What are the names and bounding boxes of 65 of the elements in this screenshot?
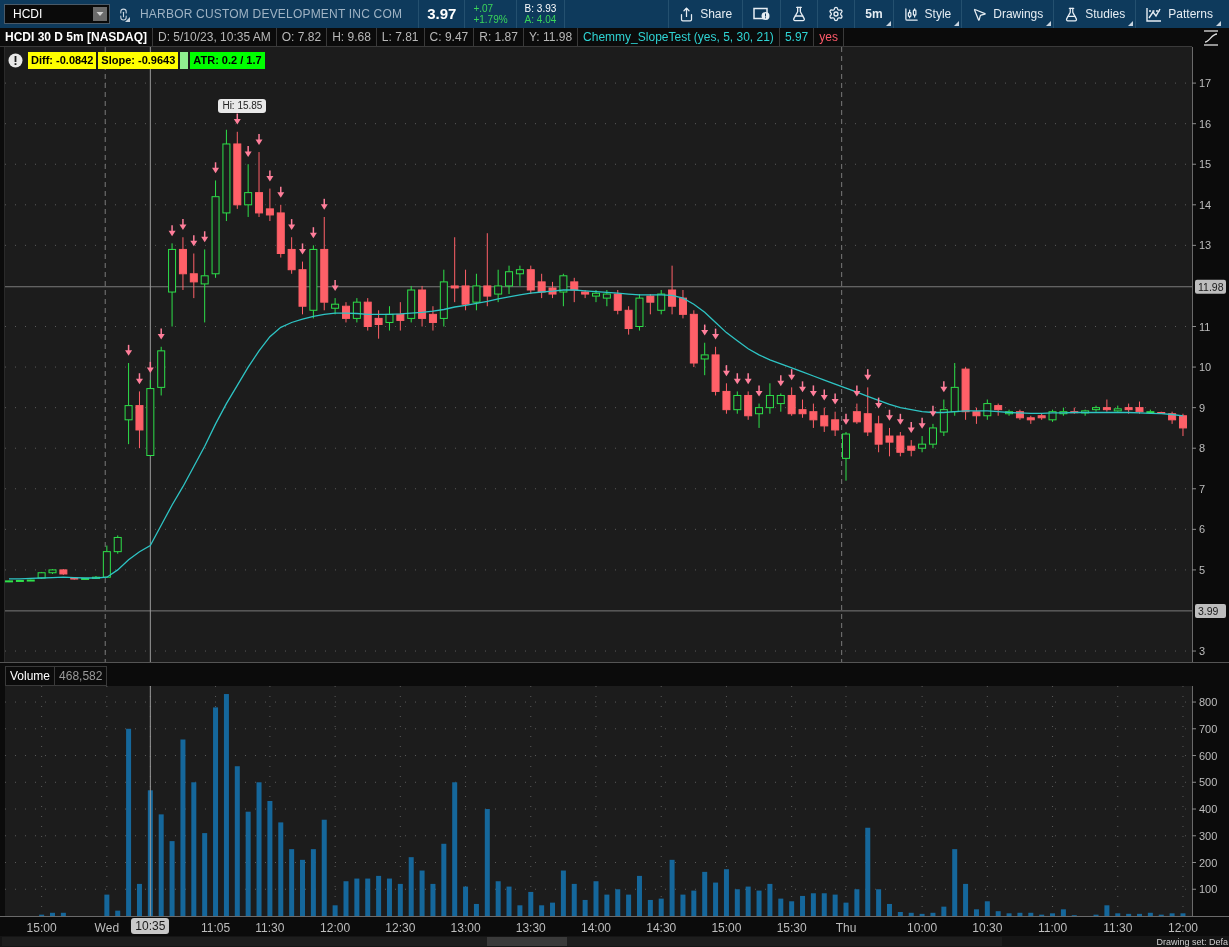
axis-label: 15:30 xyxy=(776,920,807,937)
axis-label: 14 xyxy=(1199,198,1212,211)
axis-label: 100 xyxy=(1199,883,1218,896)
axis-label: 13:00 xyxy=(450,920,481,937)
price-badge: 11.98 xyxy=(1195,279,1226,294)
axis-label: 11:30 xyxy=(1103,920,1133,937)
study-flag: yes xyxy=(814,28,844,46)
axis-label: 300 xyxy=(1199,829,1218,842)
axis-label: 11:00 xyxy=(1037,920,1068,937)
study-value: 5.97 xyxy=(779,28,815,46)
axis-label: 10:30 xyxy=(972,920,1003,937)
axis-label: 17 xyxy=(1199,77,1212,90)
price-badge: 3.99 xyxy=(1195,603,1226,618)
axis-label: 16 xyxy=(1199,117,1212,130)
axis-label: 12:30 xyxy=(385,920,416,937)
volume-title: Volume xyxy=(5,666,56,686)
study-label: Slope: -0.9643 xyxy=(98,52,179,69)
ask-price: A: 4.04 xyxy=(524,14,557,25)
axis-label: 5 xyxy=(1199,563,1206,576)
percent-change: +1.79% xyxy=(473,14,508,25)
axis-label: Thu xyxy=(835,920,857,937)
axis-label: 8 xyxy=(1199,442,1206,455)
study-name: Chemmy_SlopeTest (yes, 5, 30, 21) xyxy=(578,28,780,46)
ohlc-value: L: 7.81 xyxy=(376,28,425,46)
ohlc-value: R: 1.87 xyxy=(474,28,524,46)
axis-label: 400 xyxy=(1199,803,1218,815)
company-name: HARBOR CUSTOM DEVELOPMENT INC COM xyxy=(140,6,404,23)
axis-label: 14:30 xyxy=(646,920,677,937)
axis-label: 15:00 xyxy=(26,920,57,937)
axis-label: 11:30 xyxy=(255,920,285,937)
ohlc-value: C: 9.47 xyxy=(424,28,475,46)
ohlc-value: H: 9.68 xyxy=(327,28,377,46)
ohlc-value: O: 7.82 xyxy=(276,28,328,46)
study-label: Diff: -0.0842 xyxy=(28,52,97,69)
drawing-set-label: Drawing set: Defa xyxy=(1156,936,1229,947)
axis-label: 800 xyxy=(1199,696,1218,709)
last-price: 3.97 xyxy=(427,3,457,24)
axis-label: 500 xyxy=(1199,776,1218,789)
axis-label: 12:00 xyxy=(1167,920,1198,937)
axis-label: 11 xyxy=(1199,320,1211,333)
ohlc-value: Y: 11.98 xyxy=(523,28,579,46)
axis-label: 700 xyxy=(1199,722,1218,735)
axis-label: 10:00 xyxy=(907,920,938,937)
axis-label: 7 xyxy=(1199,482,1206,495)
axis-label: 13 xyxy=(1199,239,1212,252)
axis-label: 11:05 xyxy=(201,920,231,937)
ohlc-value: D: 5/10/23, 10:35 AM xyxy=(153,28,277,46)
ref-line-label: 3.99 xyxy=(1198,604,1219,617)
axis-label: 10 xyxy=(1199,361,1212,374)
chart-title: HCDI 30 D 5m [NASDAQ] xyxy=(0,28,154,46)
axis-label: 14:00 xyxy=(580,920,611,937)
axis-label: 9 xyxy=(1199,401,1206,414)
time-badge: 10:35 xyxy=(131,918,170,934)
axis-label: 15 xyxy=(1199,158,1212,171)
net-change: +.07 xyxy=(473,3,495,14)
study-label: ATR: 0.2 / 1.7 xyxy=(190,52,265,69)
axis-label: 200 xyxy=(1199,856,1218,869)
axis-label: 12:00 xyxy=(320,920,351,937)
axis-label: Wed xyxy=(94,920,120,937)
bid-price: B: 3.93 xyxy=(524,3,557,14)
axis-label: 3 xyxy=(1199,645,1206,658)
axis-label: 13:30 xyxy=(515,920,546,937)
axis-label: 600 xyxy=(1199,749,1218,762)
axis-label: 15:00 xyxy=(711,920,742,937)
axis-label: 6 xyxy=(1199,523,1206,536)
